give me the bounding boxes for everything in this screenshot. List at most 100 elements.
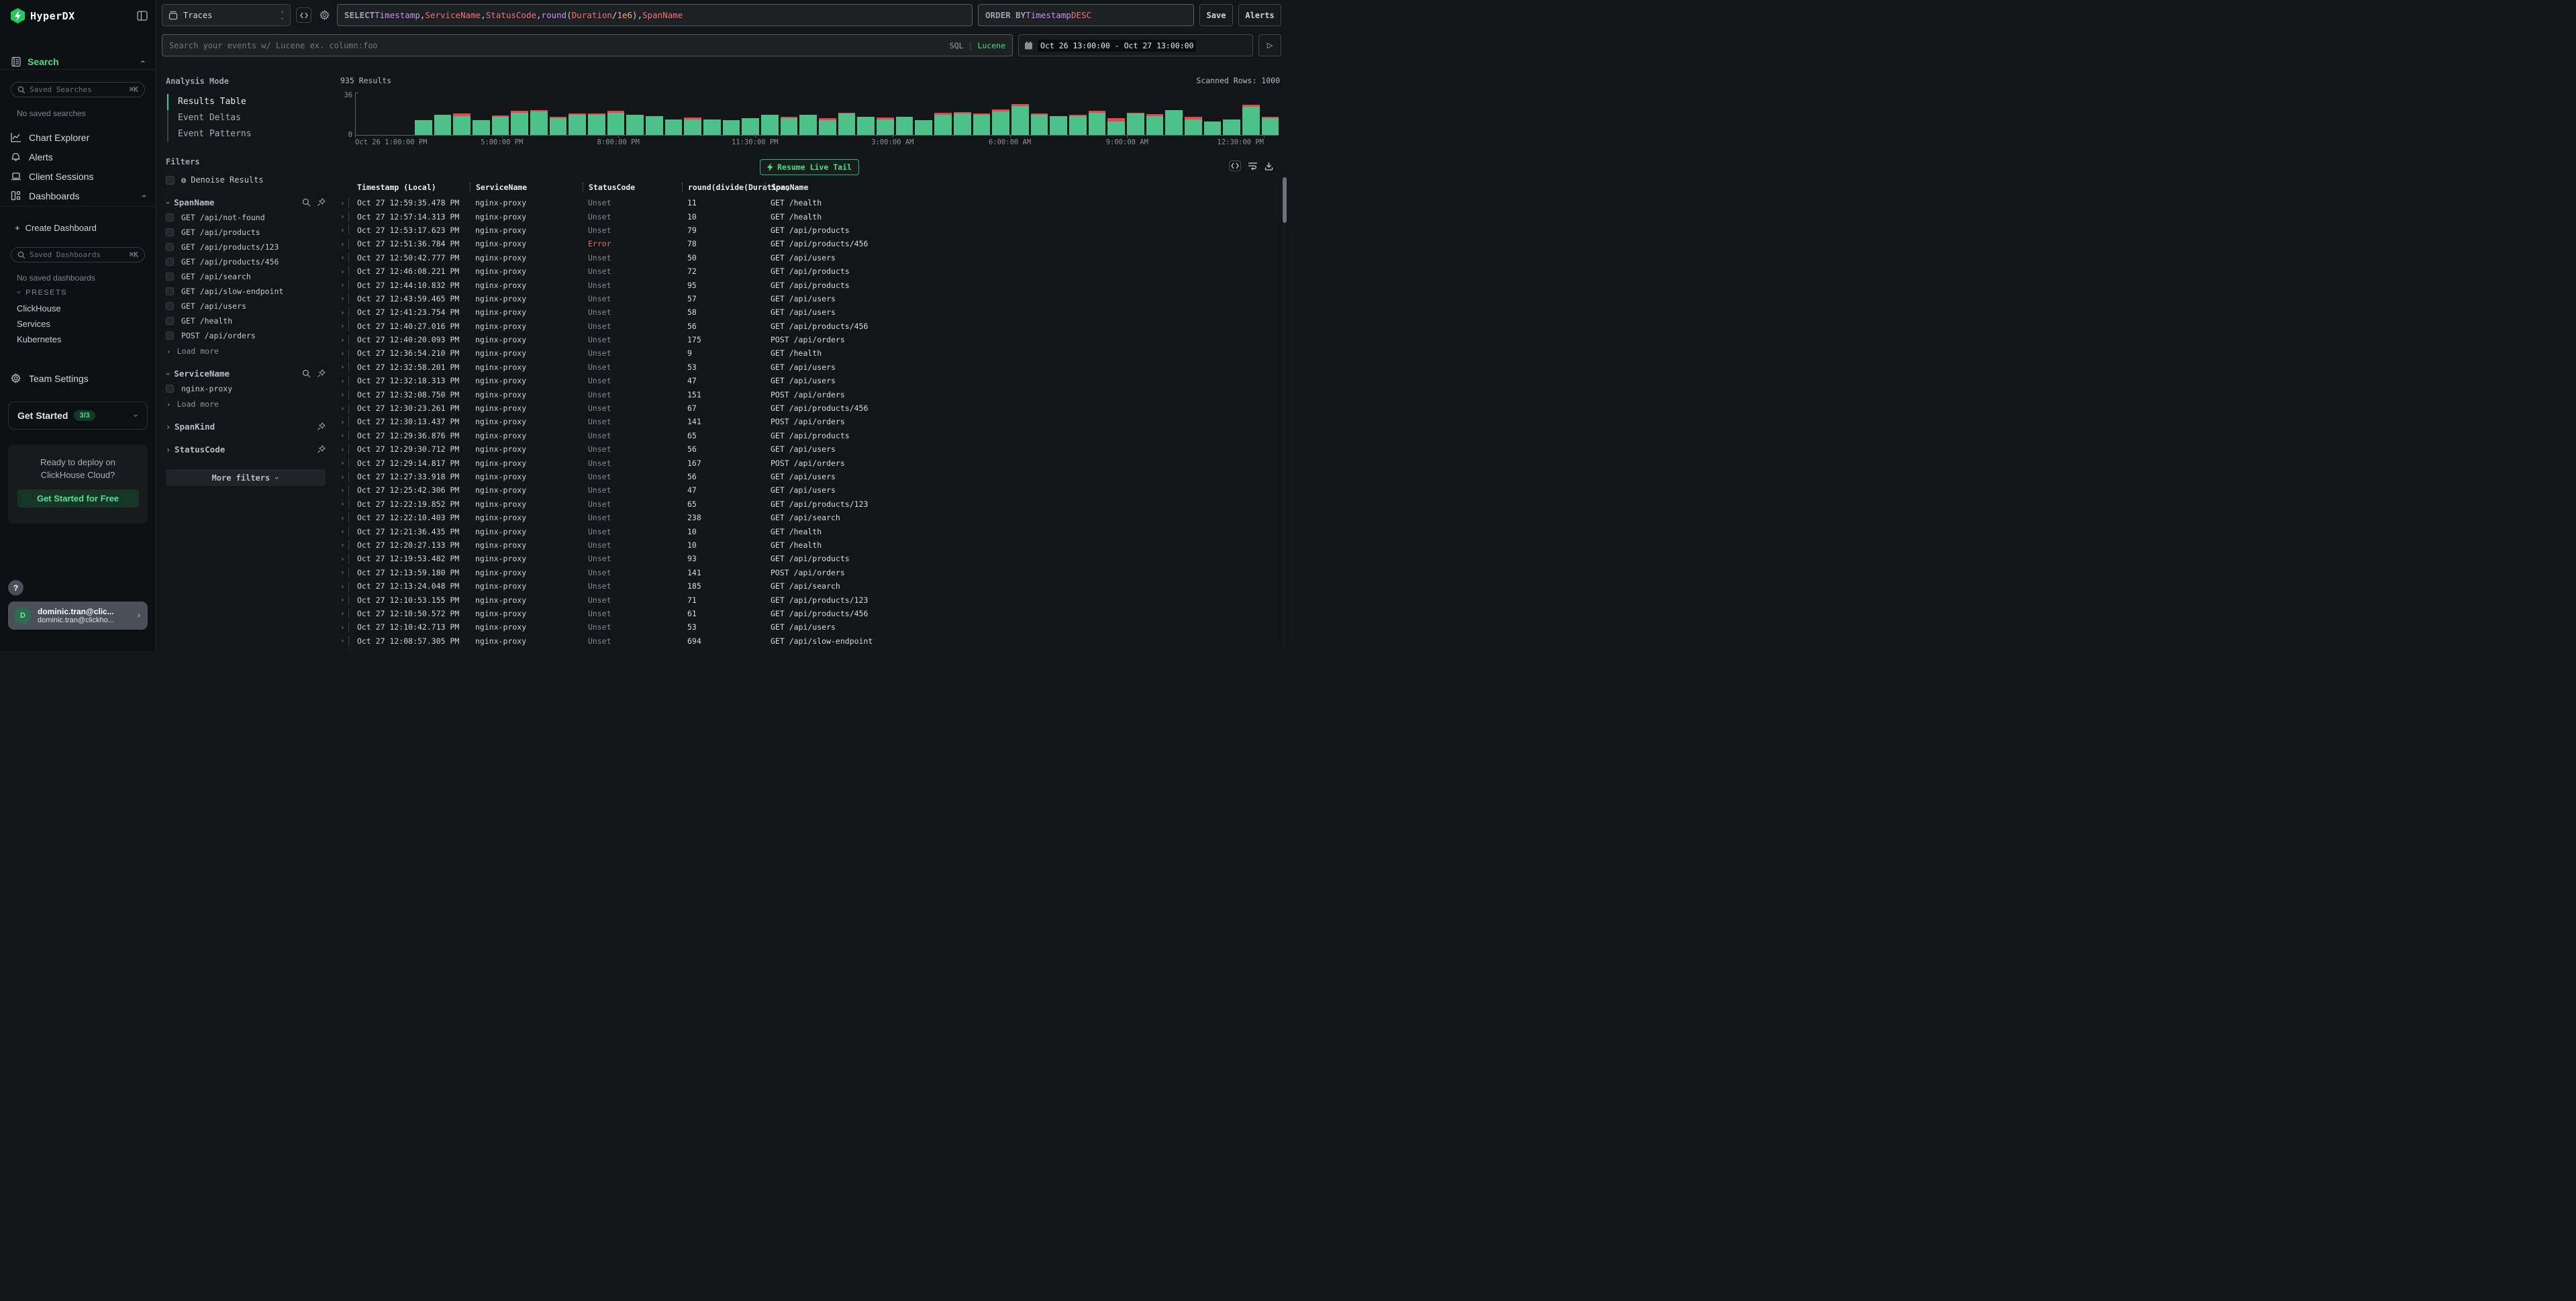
row-expand-icon[interactable]: › bbox=[340, 240, 348, 248]
preset-item-kubernetes[interactable]: Kubernetes bbox=[17, 334, 62, 344]
table-row[interactable]: ›Oct 27 12:30:23.261 PMnginx-proxyUnset6… bbox=[340, 401, 1279, 415]
row-expand-icon[interactable]: › bbox=[340, 473, 348, 481]
more-filters-button[interactable]: More filters› bbox=[166, 469, 326, 486]
checkbox[interactable] bbox=[166, 243, 174, 251]
checkbox[interactable] bbox=[166, 176, 175, 185]
analysis-mode-event-deltas[interactable]: Event Deltas bbox=[168, 110, 326, 126]
denoise-results-toggle[interactable]: ◍ Denoise Results bbox=[166, 175, 326, 185]
table-row[interactable]: ›Oct 27 12:57:14.313 PMnginx-proxyUnset1… bbox=[340, 209, 1279, 223]
table-row[interactable]: ›Oct 27 12:20:27.133 PMnginx-proxyUnset1… bbox=[340, 538, 1279, 552]
column-header-spanname[interactable]: SpanName bbox=[765, 183, 1279, 192]
sidebar-item-team-settings[interactable]: Team Settings bbox=[0, 369, 156, 387]
text-wrap-icon[interactable] bbox=[1248, 162, 1258, 170]
column-header-duration[interactable]: round(divide(Duration, bbox=[682, 183, 765, 192]
filter-value-row[interactable]: GET /api/not-found bbox=[166, 213, 326, 222]
preset-item-clickhouse[interactable]: ClickHouse bbox=[17, 303, 61, 314]
table-row[interactable]: ›Oct 27 12:40:27.016 PMnginx-proxyUnset5… bbox=[340, 320, 1279, 333]
table-row[interactable]: ›Oct 27 12:13:24.048 PMnginx-proxyUnset1… bbox=[340, 579, 1279, 593]
row-expand-icon[interactable]: › bbox=[340, 253, 348, 262]
get-started-free-button[interactable]: Get Started for Free bbox=[17, 489, 139, 508]
row-expand-icon[interactable]: › bbox=[340, 294, 348, 303]
row-expand-icon[interactable]: › bbox=[340, 568, 348, 577]
sidebar-item-client-sessions[interactable]: Client Sessions bbox=[0, 167, 156, 185]
filter-section-spanname[interactable]: ›SpanName bbox=[166, 197, 326, 207]
chevron-up-icon[interactable]: › bbox=[138, 59, 147, 64]
select-query-input[interactable]: SELECT Timestamp,ServiceName,StatusCode,… bbox=[337, 4, 973, 26]
table-row[interactable]: ›Oct 27 12:29:36.876 PMnginx-proxyUnset6… bbox=[340, 429, 1279, 442]
table-row[interactable]: ›Oct 27 12:10:53.155 PMnginx-proxyUnset7… bbox=[340, 593, 1279, 606]
table-row[interactable]: ›Oct 27 12:40:20.093 PMnginx-proxyUnset1… bbox=[340, 333, 1279, 346]
row-expand-icon[interactable]: › bbox=[340, 349, 348, 358]
order-by-input[interactable]: ORDER BY Timestamp DESC bbox=[978, 4, 1194, 26]
row-expand-icon[interactable]: › bbox=[340, 595, 348, 604]
chevron-up-icon[interactable]: › bbox=[139, 195, 148, 197]
column-header-statuscode[interactable]: StatusCode bbox=[583, 183, 682, 192]
resume-live-tail-button[interactable]: Resume Live Tail bbox=[760, 159, 859, 175]
table-row[interactable]: ›Oct 27 12:32:08.750 PMnginx-proxyUnset1… bbox=[340, 387, 1279, 401]
checkbox[interactable] bbox=[166, 385, 174, 393]
column-header-servicename[interactable]: ServiceName bbox=[470, 183, 583, 192]
column-header-timestamp[interactable]: Timestamp (Local) bbox=[357, 183, 470, 192]
view-source-icon[interactable] bbox=[1229, 160, 1241, 171]
checkbox[interactable] bbox=[166, 332, 174, 340]
table-row[interactable]: ›Oct 27 12:51:36.784 PMnginx-proxyError7… bbox=[340, 237, 1279, 250]
table-row[interactable]: ›Oct 27 12:30:13.437 PMnginx-proxyUnset1… bbox=[340, 415, 1279, 428]
histogram-plot[interactable] bbox=[355, 93, 1279, 136]
save-button[interactable]: Save bbox=[1199, 4, 1233, 26]
lucene-search-input[interactable]: Search your events w/ Lucene ex. column:… bbox=[162, 34, 1013, 56]
table-row[interactable]: ›Oct 27 12:59:35.478 PMnginx-proxyUnset1… bbox=[340, 196, 1279, 209]
filter-value-row[interactable]: GET /api/products bbox=[166, 228, 326, 237]
analysis-mode-results-table[interactable]: Results Table bbox=[168, 94, 326, 110]
filter-value-row[interactable]: GET /api/search bbox=[166, 272, 326, 281]
filter-value-row[interactable]: GET /api/users bbox=[166, 301, 326, 311]
help-button[interactable]: ? bbox=[8, 580, 23, 595]
table-row[interactable]: ›Oct 27 12:32:58.201 PMnginx-proxyUnset5… bbox=[340, 360, 1279, 374]
date-range-picker[interactable]: Oct 26 13:00:00 - Oct 27 13:00:00 bbox=[1018, 34, 1253, 56]
row-expand-icon[interactable]: › bbox=[340, 212, 348, 221]
row-expand-icon[interactable]: › bbox=[340, 486, 348, 495]
checkbox[interactable] bbox=[166, 213, 174, 222]
row-expand-icon[interactable]: › bbox=[340, 418, 348, 426]
row-expand-icon[interactable]: › bbox=[340, 390, 348, 399]
row-expand-icon[interactable]: › bbox=[340, 199, 348, 207]
alerts-button[interactable]: Alerts bbox=[1238, 4, 1281, 26]
table-row[interactable]: ›Oct 27 12:19:53.482 PMnginx-proxyUnset9… bbox=[340, 552, 1279, 565]
row-expand-icon[interactable]: › bbox=[340, 459, 348, 467]
user-menu[interactable]: D dominic.tran@clic... dominic.tran@clic… bbox=[8, 601, 148, 630]
table-row[interactable]: ›Oct 27 12:36:54.210 PMnginx-proxyUnset9… bbox=[340, 346, 1279, 360]
row-expand-icon[interactable]: › bbox=[340, 322, 348, 330]
checkbox[interactable] bbox=[166, 228, 174, 236]
code-toggle-icon[interactable] bbox=[296, 7, 311, 23]
row-expand-icon[interactable]: › bbox=[340, 281, 348, 289]
sidebar-item-search[interactable]: Search › bbox=[0, 54, 156, 70]
table-row[interactable]: ›Oct 27 12:53:17.623 PMnginx-proxyUnset7… bbox=[340, 224, 1279, 237]
table-row[interactable]: ›Oct 27 12:13:59.180 PMnginx-proxyUnset1… bbox=[340, 566, 1279, 579]
table-row[interactable]: ›Oct 27 12:21:36.435 PMnginx-proxyUnset1… bbox=[340, 524, 1279, 538]
table-row[interactable]: ›Oct 27 12:27:33.918 PMnginx-proxyUnset5… bbox=[340, 470, 1279, 483]
preset-item-services[interactable]: Services bbox=[17, 319, 50, 329]
row-expand-icon[interactable]: › bbox=[340, 514, 348, 522]
row-expand-icon[interactable]: › bbox=[340, 404, 348, 413]
row-expand-icon[interactable]: › bbox=[340, 336, 348, 344]
row-expand-icon[interactable]: › bbox=[340, 267, 348, 276]
settings-gear-icon[interactable] bbox=[317, 8, 332, 23]
table-row[interactable]: ›Oct 27 12:44:10.832 PMnginx-proxyUnset9… bbox=[340, 278, 1279, 291]
filter-pin-icon[interactable] bbox=[317, 369, 326, 378]
table-row[interactable]: ›Oct 27 12:22:10.403 PMnginx-proxyUnset2… bbox=[340, 511, 1279, 524]
filter-section-spankind[interactable]: ›SpanKind bbox=[166, 422, 326, 432]
table-row[interactable]: ›Oct 27 12:29:30.712 PMnginx-proxyUnset5… bbox=[340, 442, 1279, 456]
sidebar-collapse-icon[interactable] bbox=[137, 11, 148, 21]
filter-search-icon[interactable] bbox=[302, 198, 311, 207]
sidebar-item-chart-explorer[interactable]: Chart Explorer bbox=[0, 128, 156, 146]
table-row[interactable]: ›Oct 27 12:50:42.777 PMnginx-proxyUnset5… bbox=[340, 251, 1279, 264]
table-row[interactable]: ›Oct 27 12:29:14.817 PMnginx-proxyUnset1… bbox=[340, 456, 1279, 469]
scrollbar-thumb[interactable] bbox=[1283, 177, 1287, 223]
row-expand-icon[interactable]: › bbox=[340, 540, 348, 549]
saved-searches-input[interactable]: Saved Searches ⌘K bbox=[11, 82, 145, 97]
create-dashboard-button[interactable]: +Create Dashboard bbox=[15, 223, 97, 233]
row-expand-icon[interactable]: › bbox=[340, 499, 348, 508]
table-row[interactable]: ›Oct 27 12:22:19.852 PMnginx-proxyUnset6… bbox=[340, 497, 1279, 511]
table-row[interactable]: ›Oct 27 12:25:42.306 PMnginx-proxyUnset4… bbox=[340, 483, 1279, 497]
table-row[interactable]: ›Oct 27 12:10:50.572 PMnginx-proxyUnset6… bbox=[340, 607, 1279, 620]
run-query-button[interactable]: ▷ bbox=[1258, 34, 1281, 56]
